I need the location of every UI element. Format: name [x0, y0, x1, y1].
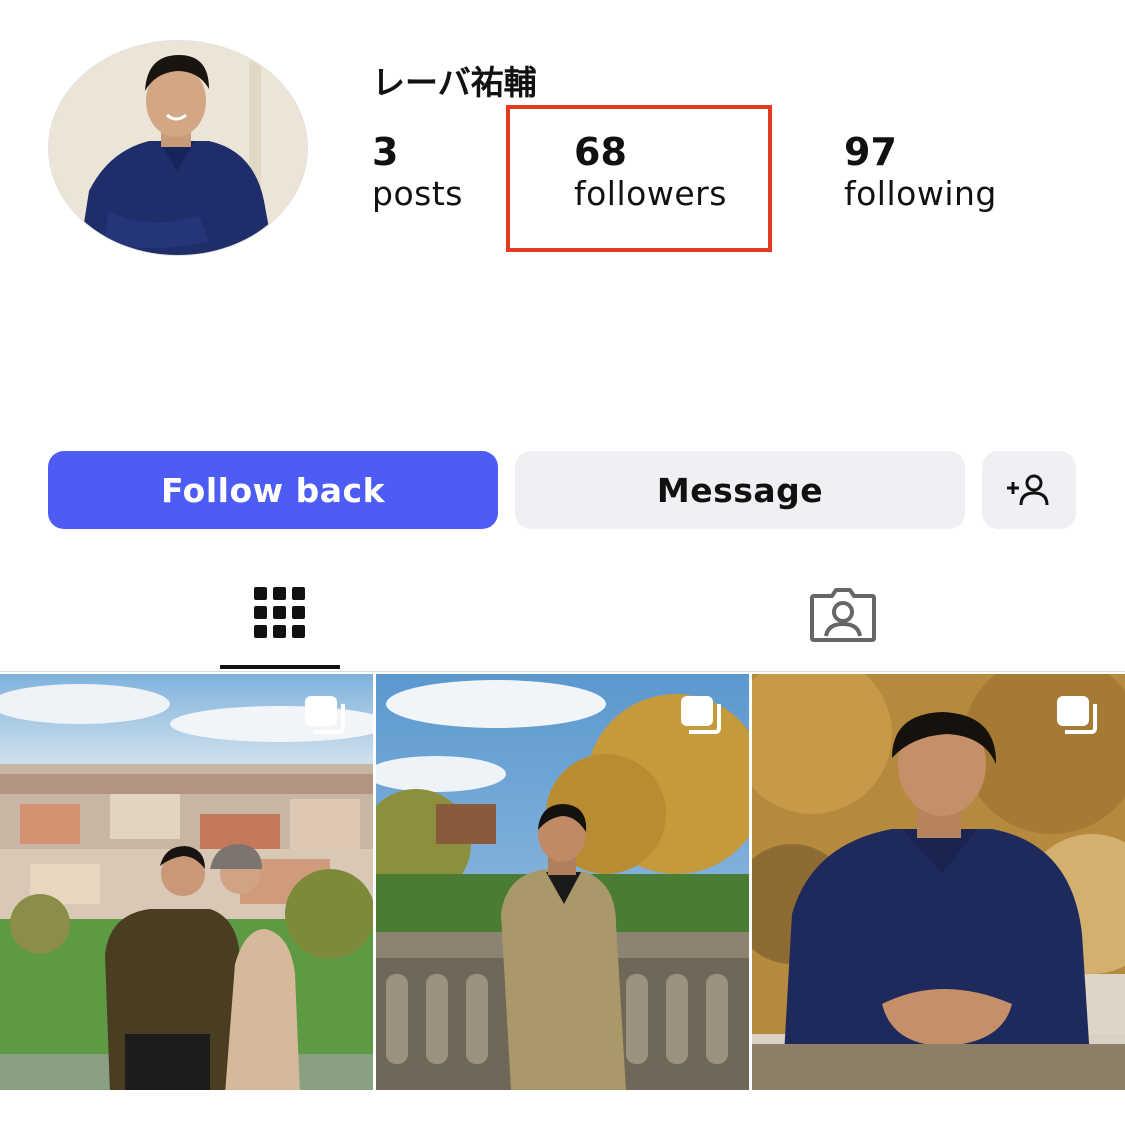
- post-3-photo: [752, 674, 1125, 1090]
- profile-username: レーバ祐輔: [372, 63, 537, 102]
- profile-avatar[interactable]: [48, 40, 308, 256]
- tab-tagged[interactable]: [808, 582, 878, 648]
- post-tile-3[interactable]: [752, 674, 1125, 1090]
- tabs-divider: [0, 671, 1125, 672]
- suggest-people-button[interactable]: [982, 451, 1076, 529]
- post-2-photo: [376, 674, 749, 1090]
- follow-back-button[interactable]: Follow back: [48, 451, 498, 529]
- stat-posts[interactable]: 3 posts: [372, 130, 463, 214]
- stat-following-count: 97: [844, 130, 897, 174]
- stat-following[interactable]: 97 following: [844, 130, 997, 214]
- multiple-photos-icon: [681, 696, 721, 734]
- multiple-photos-icon: [1057, 696, 1097, 734]
- post-tile-1[interactable]: [0, 674, 373, 1090]
- grid-icon: [254, 587, 305, 638]
- post-1-photo: [0, 674, 373, 1090]
- tab-selected-indicator: [220, 665, 340, 669]
- tab-posts-grid[interactable]: [252, 582, 308, 642]
- stat-posts-count: 3: [372, 130, 399, 174]
- followers-highlight-box: [506, 105, 772, 252]
- post-tile-2[interactable]: [376, 674, 749, 1090]
- tagged-person-icon: [810, 588, 876, 642]
- stat-posts-label: posts: [372, 174, 463, 213]
- avatar-photo: [49, 41, 307, 255]
- message-button[interactable]: Message: [515, 451, 965, 529]
- stat-following-label: following: [844, 174, 997, 213]
- multiple-photos-icon: [305, 696, 345, 734]
- add-person-icon: [1007, 474, 1049, 506]
